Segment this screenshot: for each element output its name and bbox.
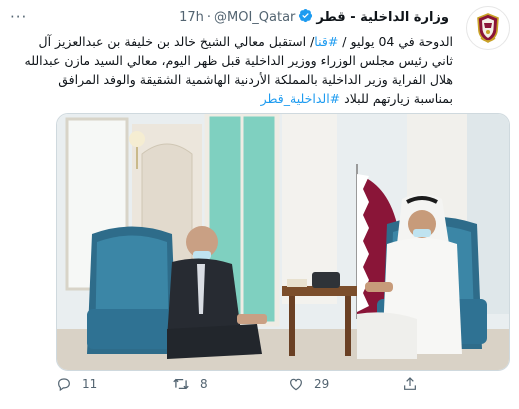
avatar[interactable]: [466, 6, 510, 50]
separator: ·: [206, 10, 212, 25]
text-segment: الدوحة في 04 يوليو /: [338, 34, 453, 49]
photo-illustration: [57, 114, 509, 370]
like-button[interactable]: 29: [288, 376, 329, 392]
share-icon: [404, 377, 416, 390]
hashtag-link[interactable]: #قنا: [314, 34, 338, 49]
tweet-text: الدوحة في 04 يوليو / #قنا/ استقبل معالي …: [8, 32, 454, 108]
timestamp[interactable]: 17h: [179, 10, 204, 25]
text-segment: / استقبل معالي الشيخ خالد بن خليفة بن عب…: [38, 34, 315, 49]
retweet-icon: [173, 378, 189, 390]
avatar-logo: [477, 13, 499, 43]
tweet-line: هلال الفراية وزير الداخلية بالمملكة الأر…: [8, 70, 453, 89]
retweet-button[interactable]: 8: [172, 376, 208, 392]
tweet-line: بمناسبة زيارتهم للبلاد #الداخلية_قطر: [8, 89, 453, 108]
tweet-header: وزارة الداخلية - قطر @MOI_Qatar·17h: [179, 8, 449, 27]
tweet-card[interactable]: ··· وزارة الداخلية - قطر @MOI_Qatar·17h ا…: [0, 0, 519, 409]
like-icon: [290, 378, 302, 391]
display-name[interactable]: وزارة الداخلية - قطر: [316, 10, 449, 25]
tweet-line: ثاني رئيس مجلس الوزراء ووزير الداخلية قب…: [8, 51, 454, 70]
text-segment: بمناسبة زيارتهم للبلاد: [340, 91, 453, 106]
tweet-line: الدوحة في 04 يوليو / #قنا/ استقبل معالي …: [8, 32, 453, 51]
like-count: 29: [314, 377, 330, 391]
text-segment: هلال الفراية وزير الداخلية بالمملكة الأر…: [58, 72, 453, 87]
retweet-count: 8: [200, 377, 208, 391]
tweet-actions: 11 8 29: [56, 376, 508, 400]
share-button[interactable]: [402, 376, 428, 392]
more-icon[interactable]: ···: [10, 8, 27, 26]
reply-icon: [58, 378, 70, 392]
reply-count: 11: [82, 377, 98, 391]
reply-button[interactable]: 11: [56, 376, 97, 392]
tweet-photo[interactable]: [56, 113, 510, 371]
hashtag-link[interactable]: #الداخلية_قطر: [261, 91, 341, 106]
handle[interactable]: @MOI_Qatar: [214, 10, 295, 25]
text-segment: ثاني رئيس مجلس الوزراء ووزير الداخلية قب…: [24, 53, 454, 68]
verified-icon: [298, 8, 313, 27]
